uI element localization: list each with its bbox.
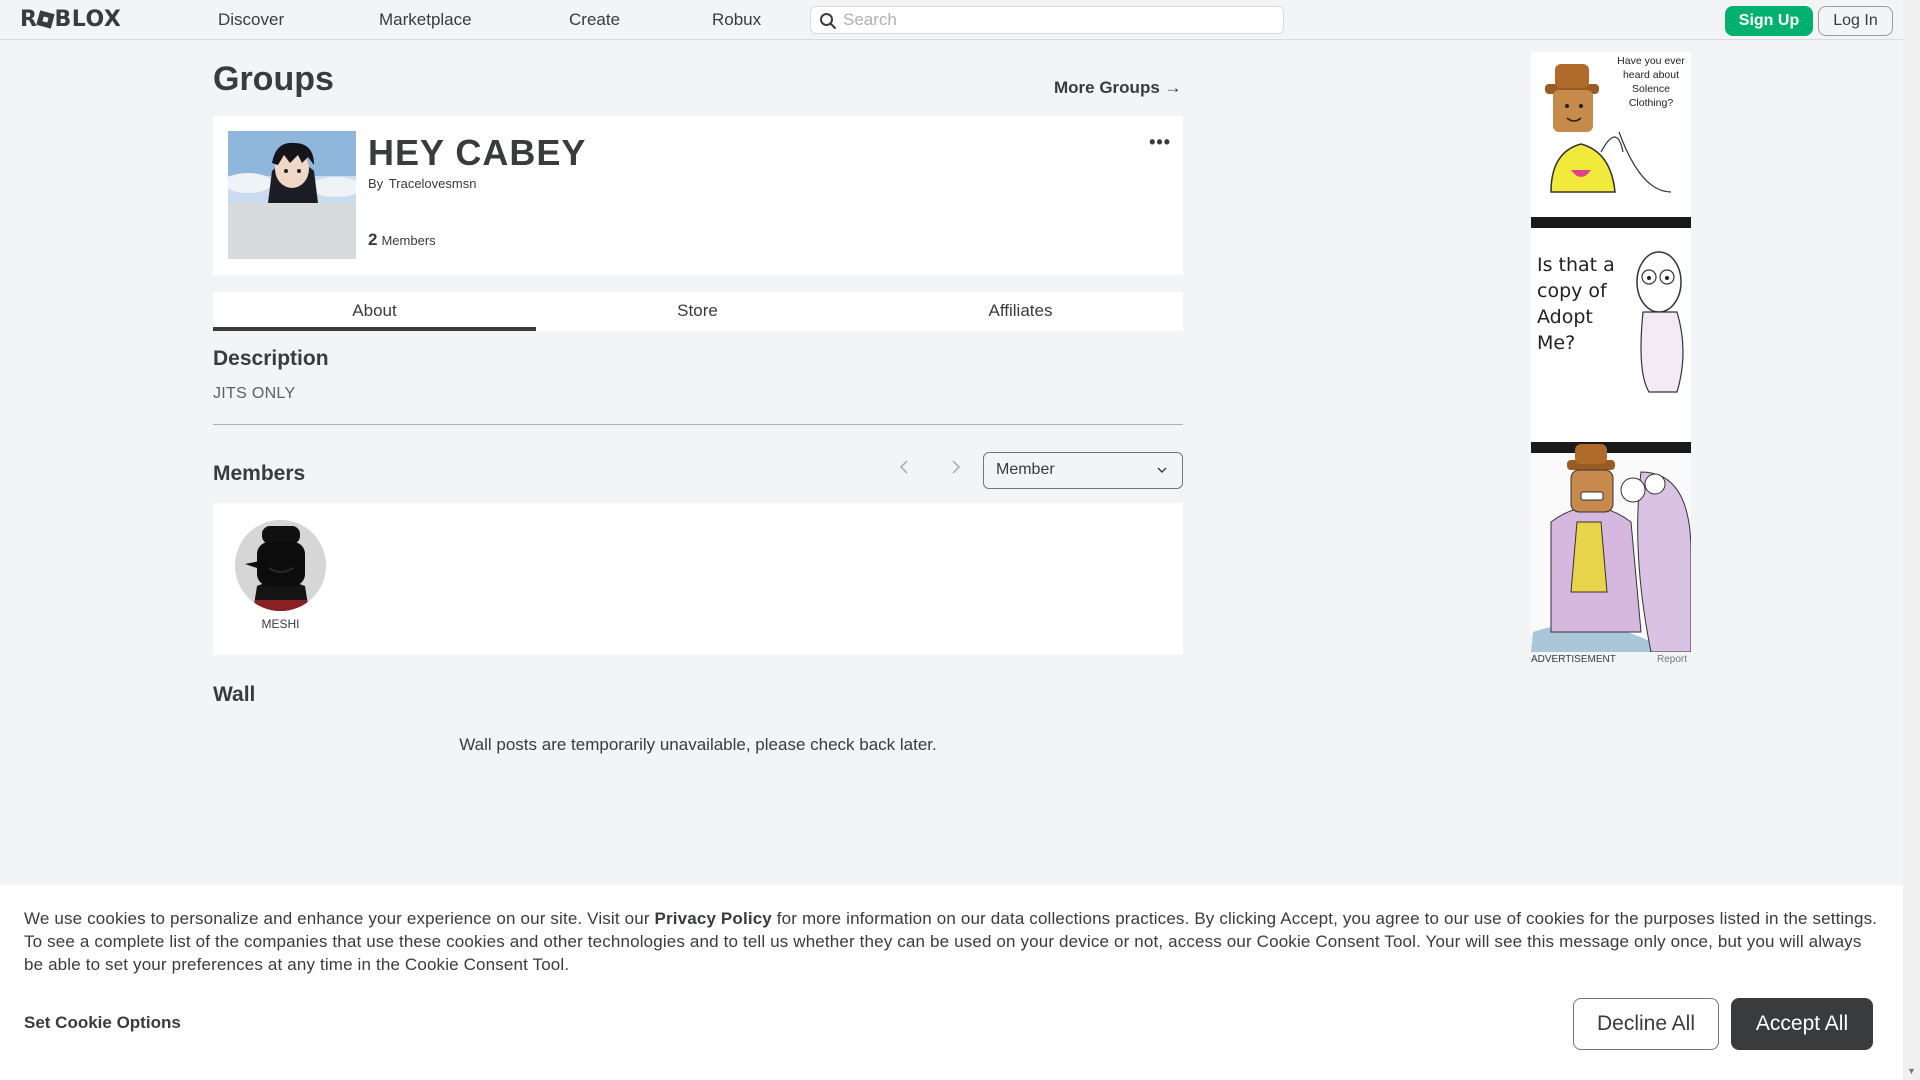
advertisement-artwork: Have you ever heard about Solence Clothi… — [1531, 52, 1691, 652]
nav-robux-link[interactable]: Robux — [712, 10, 761, 30]
tab-affiliates[interactable]: Affiliates — [859, 292, 1182, 331]
accept-all-button[interactable]: Accept All — [1731, 998, 1873, 1050]
avatar[interactable] — [235, 520, 326, 611]
roblox-logo[interactable]: R BLOX — [20, 7, 121, 32]
role-dropdown-value: Member — [996, 461, 1055, 478]
group-name: HEY CABEY — [368, 132, 587, 173]
advertisement-banner[interactable]: Have you ever heard about Solence Clothi… — [1531, 52, 1691, 652]
member-name[interactable]: MESHI — [235, 617, 326, 631]
sign-up-button[interactable]: Sign Up — [1725, 6, 1813, 36]
nav-discover-link[interactable]: Discover — [218, 10, 284, 30]
chevron-down-icon — [1157, 467, 1167, 473]
tab-about[interactable]: About — [213, 292, 536, 331]
by-prefix: By — [368, 176, 384, 191]
group-header-card: HEY CABEY By Tracelovesmsn 2 Members ••• — [213, 116, 1183, 275]
group-owner-link[interactable]: Tracelovesmsn — [389, 176, 477, 191]
chevron-right-icon[interactable] — [950, 458, 962, 476]
ad-panel1-text: Have you ever heard about Solence Clothi… — [1617, 55, 1685, 109]
nav-create-link[interactable]: Create — [569, 10, 620, 30]
scroll-down-arrow-icon[interactable]: ▼ — [1907, 1066, 1916, 1076]
group-tabs: About Store Affiliates — [213, 292, 1183, 331]
wall-heading: Wall — [213, 683, 256, 706]
members-heading: Members — [213, 462, 306, 485]
group-emblem-image — [228, 131, 356, 259]
decline-all-button[interactable]: Decline All — [1573, 998, 1719, 1050]
report-ad-link[interactable]: Report — [1657, 654, 1687, 665]
search-input[interactable] — [843, 9, 1273, 31]
page-title: Groups — [213, 60, 334, 98]
group-description: JITS ONLY — [213, 385, 296, 402]
role-dropdown[interactable]: Member — [983, 452, 1183, 489]
search-box[interactable] — [810, 6, 1284, 34]
log-in-button[interactable]: Log In — [1818, 6, 1893, 36]
advertisement-label: ADVERTISEMENT — [1531, 654, 1616, 665]
member-count-number: 2 — [368, 230, 378, 249]
description-heading: Description — [213, 347, 329, 370]
cookie-message-start: We use cookies to personalize and enhanc… — [24, 909, 655, 928]
more-dots-icon[interactable]: ••• — [1149, 132, 1171, 153]
cookie-message: We use cookies to personalize and enhanc… — [24, 907, 1884, 976]
member-avatar-artwork — [235, 520, 326, 611]
group-emblem-artwork — [228, 131, 356, 259]
wall-unavailable-message: Wall posts are temporarily unavailable, … — [459, 735, 937, 754]
page-scrollbar[interactable]: ▼ — [1903, 0, 1920, 1080]
tab-store[interactable]: Store — [536, 292, 859, 331]
search-icon — [820, 13, 836, 29]
set-cookie-options-link[interactable]: Set Cookie Options — [24, 1013, 181, 1033]
ad-panel2-text: Is that a copy of Adopt Me? — [1537, 254, 1615, 354]
more-groups-link[interactable]: More Groups → — [1054, 78, 1182, 98]
top-navigation-bar: R BLOX Discover Marketplace Create Robux … — [0, 0, 1903, 40]
chevron-left-icon[interactable] — [898, 458, 910, 476]
group-member-count: 2 Members — [368, 230, 436, 250]
section-divider — [213, 424, 1183, 425]
members-list: MESHI — [213, 503, 1183, 655]
cookie-consent-banner: We use cookies to personalize and enhanc… — [0, 885, 1903, 1080]
member-count-label: Members — [381, 233, 436, 248]
group-owner-line: By Tracelovesmsn — [368, 176, 476, 191]
nav-marketplace-link[interactable]: Marketplace — [379, 10, 472, 30]
privacy-policy-link[interactable]: Privacy Policy — [655, 909, 772, 928]
